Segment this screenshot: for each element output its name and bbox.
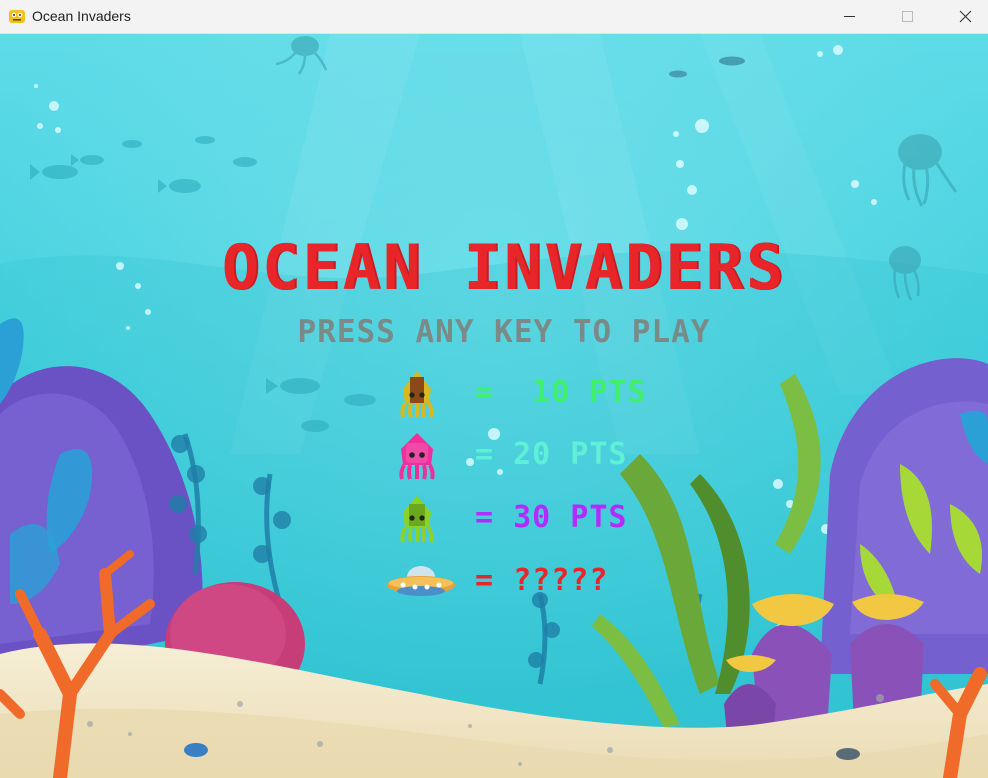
score-label-20: = 20 PTS (475, 437, 628, 472)
window-title: Ocean Invaders (32, 8, 131, 24)
score-row-ufo: = ????? (385, 557, 685, 607)
minimize-button[interactable] (820, 0, 878, 33)
score-label-30: = 30 PTS (475, 500, 628, 535)
ufo-icon (387, 566, 455, 596)
pygame-snake-icon (9, 10, 25, 23)
press-any-key-prompt: PRESS ANY KEY TO PLAY (297, 314, 711, 350)
green-squid-icon (400, 496, 434, 543)
maximize-button[interactable] (878, 0, 936, 33)
pink-squid-icon (399, 433, 435, 480)
score-row-yellow-squid: = 10 PTS (385, 369, 685, 419)
maximize-icon (902, 11, 913, 22)
title-bar[interactable]: Ocean Invaders (0, 0, 988, 34)
yellow-squid-icon (400, 371, 434, 418)
score-label-10: = 10 PTS (475, 375, 647, 410)
score-label-mystery: = ????? (475, 563, 609, 598)
game-canvas[interactable]: OCEAN INVADERS PRESS ANY KEY TO PLAY = 1… (0, 34, 988, 778)
close-button[interactable] (936, 0, 988, 33)
minimize-icon (844, 16, 855, 17)
close-icon (959, 10, 972, 23)
game-title: OCEAN INVADERS (221, 231, 787, 304)
score-row-pink-squid: = 20 PTS (385, 431, 685, 481)
game-window: Ocean Invaders OCEAN INVADERS PRESS ANY … (0, 0, 988, 778)
score-row-green-squid: = 30 PTS (385, 494, 685, 544)
